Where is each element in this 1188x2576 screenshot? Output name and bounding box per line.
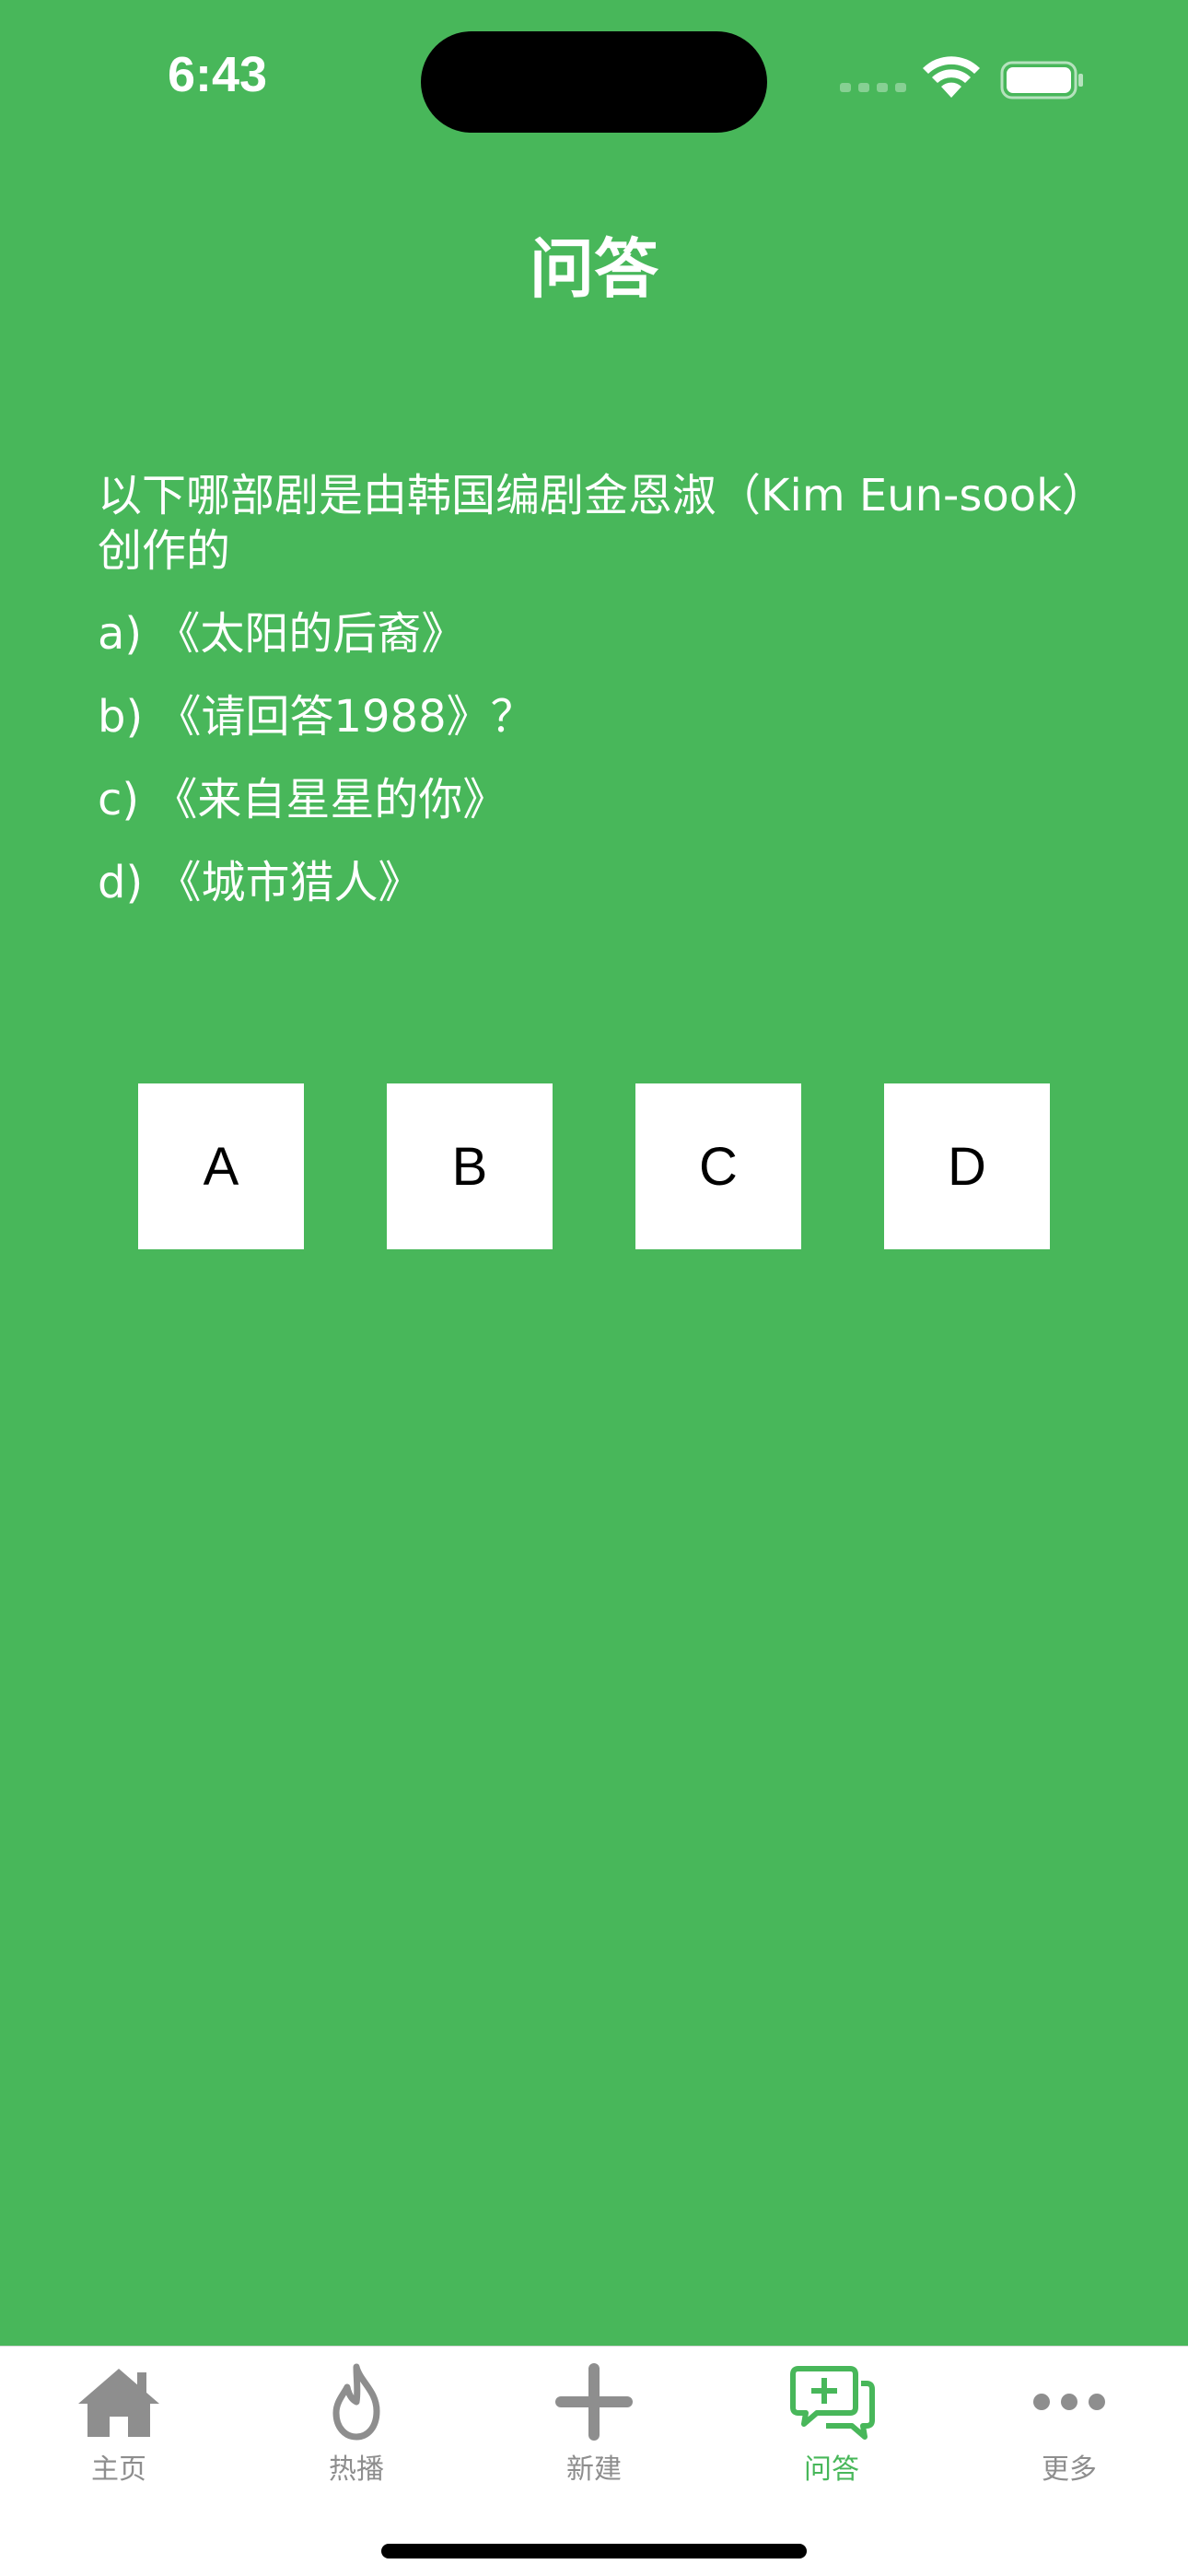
option-c: c) 《来自星星的你》	[98, 774, 507, 825]
option-b: b) 《请回答1988》？	[98, 691, 535, 743]
question-block: 以下哪部剧是由韩国编剧金恩淑（Kim Eun-sook）创作的 a) 《太阳的后…	[98, 468, 1092, 938]
flame-icon	[332, 2363, 380, 2441]
ellipsis-icon	[1033, 2394, 1105, 2410]
tab-home-label: 主页	[91, 2453, 146, 2486]
status-time: 6:43	[168, 47, 268, 102]
option-a: a) 《太阳的后裔》	[98, 608, 466, 660]
status-bar: 6:43	[0, 0, 1188, 157]
wifi-icon	[923, 56, 980, 98]
tab-qa-label: 问答	[804, 2453, 859, 2486]
tab-home[interactable]: 主页	[0, 2347, 238, 2494]
answer-b-button[interactable]: B	[387, 1083, 553, 1249]
house-icon	[78, 2369, 159, 2437]
question-text: 以下哪部剧是由韩国编剧金恩淑（Kim Eun-sook）创作的	[98, 470, 1084, 577]
battery-icon	[1000, 61, 1083, 100]
answer-c-button[interactable]: C	[635, 1083, 801, 1249]
tab-more-label: 更多	[1042, 2453, 1097, 2486]
tab-new-label: 新建	[566, 2453, 622, 2486]
tab-trending-label: 热播	[329, 2453, 384, 2486]
answer-d-button[interactable]: D	[884, 1083, 1050, 1249]
answer-buttons: A B C D	[0, 1083, 1188, 1251]
chat-plus-icon	[790, 2366, 875, 2440]
plus-icon	[555, 2363, 633, 2441]
tab-bar: 主页 热播 新建 问答 更多	[0, 2346, 1188, 2576]
cellular-signal-icon	[840, 83, 906, 92]
home-indicator	[381, 2544, 807, 2558]
tab-new[interactable]: 新建	[475, 2347, 713, 2494]
tab-more[interactable]: 更多	[950, 2347, 1188, 2494]
tab-qa[interactable]: 问答	[713, 2347, 950, 2494]
option-d: d) 《城市猎人》	[98, 857, 423, 908]
page-title: 问答	[530, 231, 658, 307]
dynamic-island	[421, 31, 767, 133]
answer-a-button[interactable]: A	[138, 1083, 304, 1249]
tab-trending[interactable]: 热播	[238, 2347, 475, 2494]
